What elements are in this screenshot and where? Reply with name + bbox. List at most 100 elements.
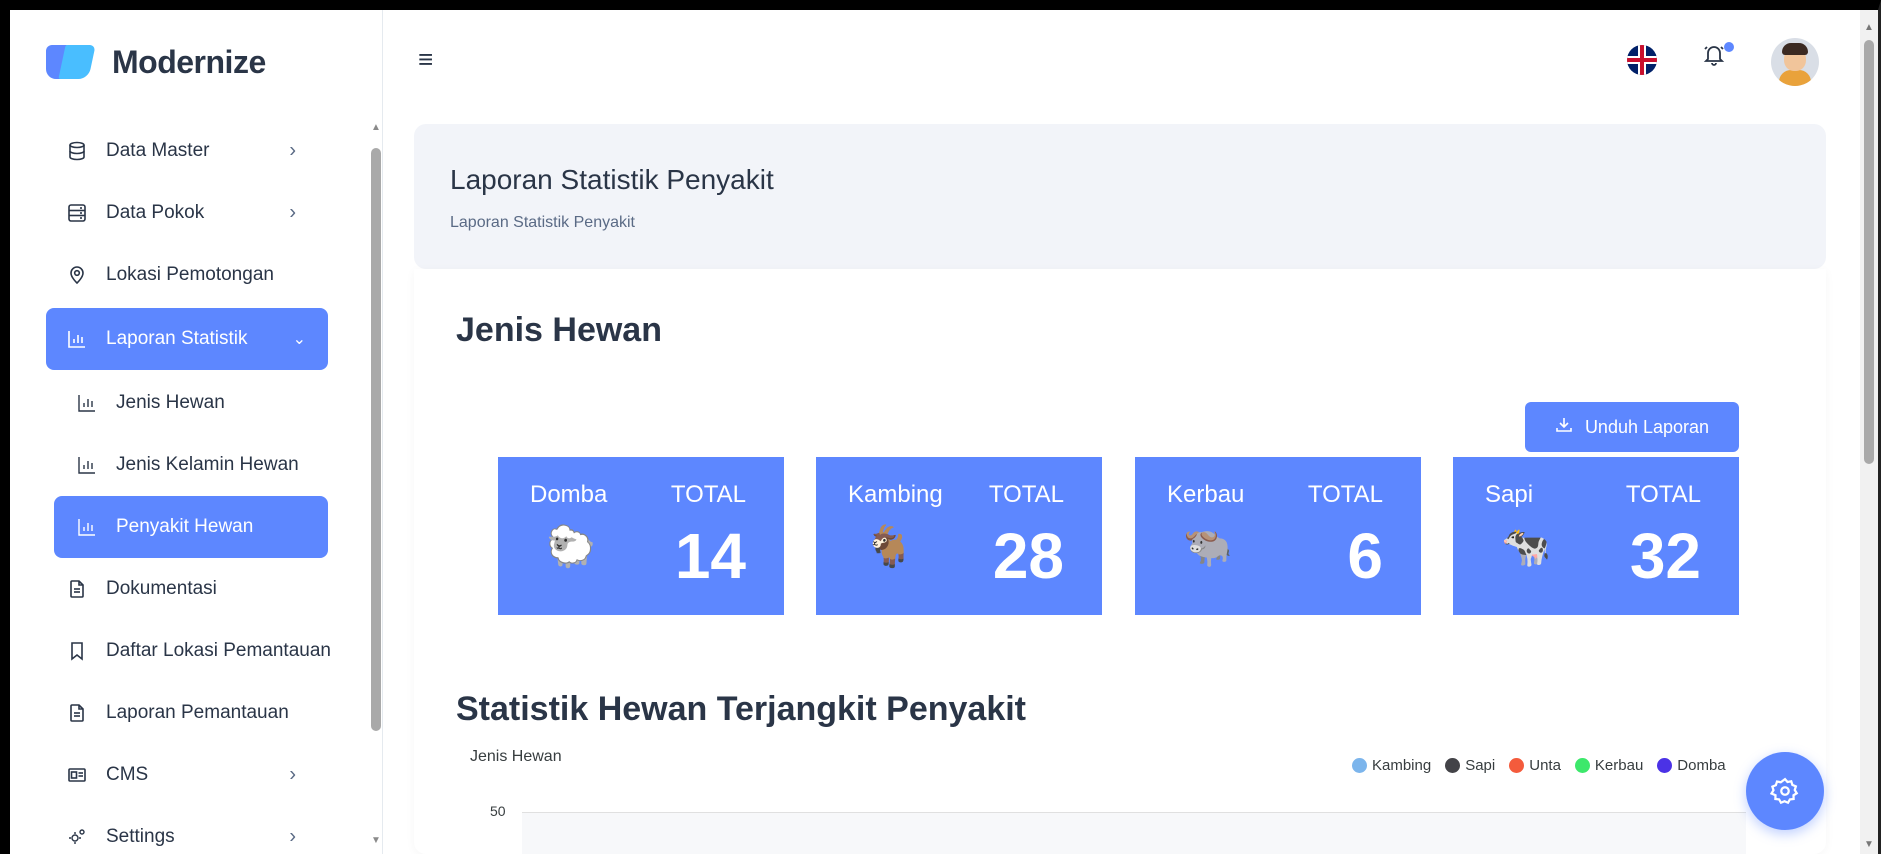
- sidebar-item-label: Penyakit Hewan: [116, 516, 254, 537]
- bar-chart-icon: [76, 392, 98, 414]
- legend-item[interactable]: Domba: [1657, 757, 1726, 774]
- sidebar-item-label: Jenis Hewan: [116, 392, 225, 413]
- chevron-down-icon: ⌄: [292, 331, 306, 348]
- legend-swatch: [1657, 758, 1673, 773]
- chart-plot-area: [522, 812, 1746, 854]
- sidebar-item-jenis-hewan[interactable]: Jenis Hewan: [46, 372, 346, 434]
- sidebar-item-label: CMS: [106, 764, 149, 785]
- stat-name: Domba: [530, 481, 608, 508]
- stat-name: Kerbau: [1167, 481, 1245, 508]
- legend-swatch: [1574, 758, 1590, 773]
- bookmark-icon: [66, 640, 88, 662]
- stat-card-domba: Domba TOTAL 🐑 14: [498, 457, 784, 615]
- database-icon: [66, 140, 88, 162]
- scrollbar-thumb[interactable]: [371, 148, 381, 731]
- sheep-icon: 🐑: [546, 525, 596, 569]
- chevron-right-icon: ›: [289, 763, 296, 786]
- breadcrumb[interactable]: Laporan Statistik Penyakit: [450, 214, 635, 232]
- server-icon: [66, 202, 88, 224]
- sidebar-item-cms[interactable]: CMS ›: [46, 744, 346, 806]
- legend-item[interactable]: Unta: [1509, 757, 1561, 774]
- chart-y-axis-label: Jenis Hewan: [470, 748, 562, 765]
- bar-chart-icon: [66, 328, 88, 350]
- chevron-right-icon: ›: [289, 201, 296, 224]
- sidebar-item-label: Settings: [106, 826, 175, 847]
- sidebar-item-label: Daftar Lokasi Pemantauan: [106, 640, 331, 661]
- download-report-button[interactable]: Unduh Laporan: [1525, 402, 1739, 452]
- sidebar-item-laporan-pemantauan[interactable]: Laporan Pemantauan: [46, 682, 346, 744]
- notification-bell-icon[interactable]: [1702, 42, 1734, 73]
- sidebar-nav: Data Master › Data Pokok › Lokasi Pemoto…: [46, 120, 346, 854]
- modernize-logo-icon: [46, 43, 96, 81]
- bar-chart-icon: [76, 454, 98, 476]
- stat-label: TOTAL: [988, 481, 1064, 508]
- sidebar-item-label: Laporan Statistik: [106, 328, 248, 349]
- brand[interactable]: Modernize: [46, 40, 266, 84]
- scroll-down-icon[interactable]: ▼: [371, 835, 381, 846]
- legend-item[interactable]: Kerbau: [1574, 757, 1644, 774]
- sidebar-item-label: Lokasi Pemotongan: [106, 264, 274, 285]
- stat-label: TOTAL: [1625, 481, 1701, 508]
- sidebar-scrollbar[interactable]: ▲ ▼: [370, 118, 382, 848]
- sidebar-item-jenis-kelamin-hewan[interactable]: Jenis Kelamin Hewan: [46, 434, 346, 496]
- buffalo-icon: 🐃: [1183, 525, 1233, 569]
- scroll-up-icon[interactable]: ▲: [371, 122, 381, 133]
- stat-card-kerbau: Kerbau TOTAL 🐃 6: [1135, 457, 1421, 615]
- page-title: Laporan Statistik Penyakit: [450, 164, 774, 195]
- chevron-right-icon: ›: [289, 139, 296, 162]
- stat-card-sapi: Sapi TOTAL 🐄 32: [1453, 457, 1739, 615]
- legend-swatch: [1445, 758, 1461, 773]
- legend-label: Kerbau: [1594, 757, 1644, 774]
- sidebar-item-lokasi-pemotongan[interactable]: Lokasi Pemotongan: [46, 244, 346, 306]
- user-avatar[interactable]: [1771, 38, 1819, 86]
- scroll-up-icon[interactable]: ▲: [1864, 22, 1874, 33]
- download-report-label: Unduh Laporan: [1584, 416, 1710, 437]
- brand-name: Modernize: [112, 43, 266, 80]
- sidebar: Modernize Data Master › Data Pokok › Lok…: [10, 10, 383, 854]
- stat-name: Kambing: [848, 481, 943, 508]
- chart-gridline: [522, 812, 1746, 813]
- news-icon: [66, 764, 88, 786]
- menu-toggle-icon[interactable]: ≡: [418, 46, 433, 72]
- page-header-card: Laporan Statistik Penyakit Laporan Stati…: [414, 124, 1826, 269]
- file-text-icon: [66, 702, 88, 724]
- page-scrollbar[interactable]: ▲ ▼: [1860, 10, 1878, 854]
- sidebar-item-label: Laporan Pemantauan: [106, 702, 289, 723]
- stat-name: Sapi: [1485, 481, 1534, 508]
- stat-value: 28: [992, 520, 1064, 592]
- stat-label: TOTAL: [1307, 481, 1383, 508]
- stat-value: 6: [1347, 520, 1383, 592]
- sidebar-item-label: Dokumentasi: [106, 578, 217, 599]
- legend-swatch: [1509, 758, 1525, 773]
- legend-swatch: [1352, 758, 1367, 773]
- sidebar-item-penyakit-hewan[interactable]: Penyakit Hewan: [54, 496, 328, 558]
- stat-value: 14: [674, 520, 746, 592]
- goat-icon: 🐐: [864, 525, 914, 569]
- scrollbar-thumb[interactable]: [1864, 40, 1874, 464]
- stat-value: 32: [1629, 520, 1701, 592]
- legend-item[interactable]: Kambing: [1352, 757, 1431, 774]
- notification-dot: [1724, 42, 1734, 52]
- legend-label: Unta: [1529, 757, 1561, 774]
- sidebar-item-settings[interactable]: Settings ›: [46, 806, 346, 854]
- sidebar-item-data-pokok[interactable]: Data Pokok ›: [46, 182, 346, 244]
- map-pin-icon: [66, 264, 88, 286]
- stat-card-kambing: Kambing TOTAL 🐐 28: [816, 457, 1102, 615]
- cow-icon: 🐄: [1501, 525, 1551, 569]
- legend-item[interactable]: Sapi: [1445, 757, 1495, 774]
- section-title: Jenis Hewan: [456, 311, 662, 349]
- chart-section-title: Statistik Hewan Terjangkit Penyakit: [456, 690, 1026, 728]
- sidebar-item-data-master[interactable]: Data Master ›: [46, 120, 346, 182]
- sidebar-item-laporan-statistik[interactable]: Laporan Statistik ⌄: [46, 308, 328, 370]
- download-icon: [1555, 416, 1573, 439]
- chart-legend: Kambing Sapi Unta Kerbau Domba: [1352, 757, 1740, 774]
- uk-flag-icon[interactable]: [1627, 45, 1657, 75]
- sidebar-item-dokumentasi[interactable]: Dokumentasi: [46, 558, 346, 620]
- scroll-down-icon[interactable]: ▼: [1864, 839, 1874, 850]
- sidebar-item-daftar-lokasi-pemantauan[interactable]: Daftar Lokasi Pemantauan: [46, 620, 346, 682]
- settings-icon: [66, 826, 88, 848]
- legend-label: Kambing: [1372, 757, 1432, 774]
- chart-y-tick: 50: [490, 803, 506, 819]
- chevron-right-icon: ›: [289, 825, 296, 848]
- customizer-settings-button[interactable]: [1746, 752, 1824, 830]
